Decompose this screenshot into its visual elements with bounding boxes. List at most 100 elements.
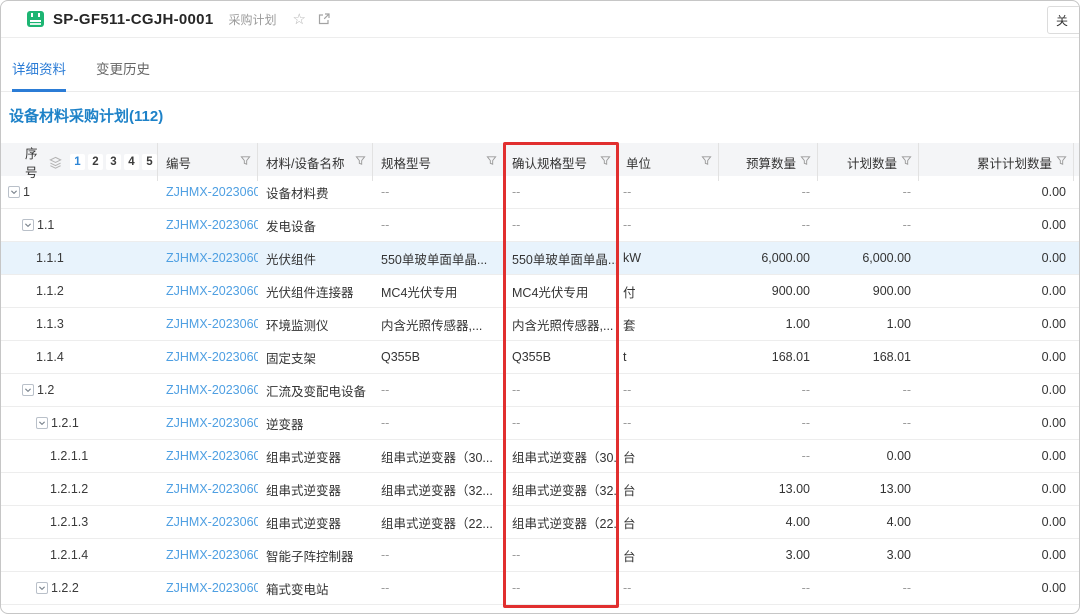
filter-icon[interactable] xyxy=(901,155,912,169)
header-cumulative-qty: 累计计划数量 xyxy=(919,143,1074,181)
table-row[interactable]: 1.1.2 ZJHMX-20230606... 光伏组件连接器 MC4光伏专用 … xyxy=(1,275,1079,308)
header-unit-label: 单位 xyxy=(626,153,651,172)
cell-budget-qty: 1.00 xyxy=(719,317,818,331)
cell-unit: -- xyxy=(618,416,719,430)
table-row[interactable]: 1.1.1 ZJHMX-20230606... 光伏组件 550单玻单面单晶..… xyxy=(1,242,1079,275)
code-link[interactable]: ZJHMX-20230606... xyxy=(166,218,258,232)
tab-change-history[interactable]: 变更历史 xyxy=(96,58,150,91)
table-row[interactable]: 1.2 ZJHMX-20230606... 汇流及变配电设备 -- -- -- … xyxy=(1,374,1079,407)
table-row[interactable]: 1.2.2 ZJHMX-20230606... 箱式变电站 -- -- -- -… xyxy=(1,572,1079,605)
code-link[interactable]: ZJHMX-20230606... xyxy=(166,185,258,199)
cell-plan-qty: 4.00 xyxy=(818,515,919,529)
code-link[interactable]: ZJHMX-20230606... xyxy=(166,581,258,595)
cell-confirm-spec: MC4光伏专用 xyxy=(504,282,618,301)
code-link[interactable]: ZJHMX-20230606... xyxy=(166,548,258,562)
filter-icon[interactable] xyxy=(1056,155,1067,169)
header-extra xyxy=(1074,143,1080,181)
table-row[interactable]: 1.2.1.3 ZJHMX-20230606... 组串式逆变器 组串式逆变器（… xyxy=(1,506,1079,539)
cell-unit: kW xyxy=(618,251,719,265)
cell-budget-qty: -- xyxy=(719,218,818,232)
filter-icon[interactable] xyxy=(800,155,811,169)
cell-plan-qty: 1.00 xyxy=(818,317,919,331)
table-row[interactable]: 1.1.3 ZJHMX-20230606... 环境监测仪 内含光照传感器,..… xyxy=(1,308,1079,341)
code-link[interactable]: ZJHMX-20230606... xyxy=(166,482,258,496)
cell-cumulative-qty: 0.00 xyxy=(919,218,1074,232)
tree-layers-icon[interactable] xyxy=(49,156,62,169)
cell-unit: 台 xyxy=(618,513,719,532)
code-link[interactable]: ZJHMX-20230606... xyxy=(166,416,258,430)
table-row[interactable]: 1.2.1.4 ZJHMX-20230606... 智能子阵控制器 -- -- … xyxy=(1,539,1079,572)
code-link[interactable]: ZJHMX-20230606... xyxy=(166,251,258,265)
code-link[interactable]: ZJHMX-20230606... xyxy=(166,350,258,364)
cell-plan-qty: 900.00 xyxy=(818,284,919,298)
cell-code: ZJHMX-20230606... xyxy=(158,548,258,562)
filter-icon[interactable] xyxy=(355,155,366,169)
table-row[interactable]: 1.2.1.1 ZJHMX-20230606... 组串式逆变器 组串式逆变器（… xyxy=(1,440,1079,473)
cell-cumulative-qty: 0.00 xyxy=(919,185,1074,199)
code-link[interactable]: ZJHMX-20230606... xyxy=(166,284,258,298)
expand-toggle-icon[interactable] xyxy=(22,384,34,396)
cell-material-name: 汇流及变配电设备 xyxy=(258,381,373,400)
cell-seq: 1.2.1.4 xyxy=(1,548,158,562)
cell-budget-qty: 168.01 xyxy=(719,350,818,364)
seq-number: 1.1.3 xyxy=(36,317,64,331)
level-button-3[interactable]: 3 xyxy=(106,154,121,170)
cell-seq: 1.2.1.2 xyxy=(1,482,158,496)
filter-icon[interactable] xyxy=(240,155,251,169)
seq-number: 1.2.1.1 xyxy=(50,449,88,463)
seq-number: 1.2 xyxy=(37,383,54,397)
cell-confirm-spec: -- xyxy=(504,185,618,199)
expand-toggle-icon[interactable] xyxy=(8,186,20,198)
close-button[interactable]: 关 xyxy=(1047,6,1080,34)
share-icon[interactable] xyxy=(317,12,331,26)
favorite-star-icon[interactable]: ☆ xyxy=(292,12,305,27)
filter-icon[interactable] xyxy=(701,155,712,169)
seq-number: 1.2.2 xyxy=(51,581,79,595)
header-confirm-spec-label: 确认规格型号 xyxy=(512,153,587,172)
code-link[interactable]: ZJHMX-20230606... xyxy=(166,317,258,331)
cell-spec: -- xyxy=(373,185,504,199)
cell-confirm-spec: 内含光照传感器,... xyxy=(504,315,618,334)
cell-spec: 550单玻单面单晶... xyxy=(373,249,504,268)
cell-code: ZJHMX-20230606... xyxy=(158,251,258,265)
seq-number: 1.2.1.4 xyxy=(50,548,88,562)
expand-toggle-icon[interactable] xyxy=(36,417,48,429)
code-link[interactable]: ZJHMX-20230606... xyxy=(166,449,258,463)
cell-unit: 台 xyxy=(618,447,719,466)
code-link[interactable]: ZJHMX-20230606... xyxy=(166,383,258,397)
filter-icon[interactable] xyxy=(600,155,611,169)
seq-number: 1.2.1 xyxy=(51,416,79,430)
filter-icon[interactable] xyxy=(486,155,497,169)
code-link[interactable]: ZJHMX-20230606... xyxy=(166,515,258,529)
table-row[interactable]: 1.2.1 ZJHMX-20230606... 逆变器 -- -- -- -- … xyxy=(1,407,1079,440)
cell-unit: 台 xyxy=(618,546,719,565)
table-row[interactable]: 1.2.1.2 ZJHMX-20230606... 组串式逆变器 组串式逆变器（… xyxy=(1,473,1079,506)
expand-toggle-icon[interactable] xyxy=(36,582,48,594)
header-cumulative-qty-label: 累计计划数量 xyxy=(977,153,1052,172)
table-row[interactable]: 1.1 ZJHMX-20230606... 发电设备 -- -- -- -- -… xyxy=(1,209,1079,242)
seq-number: 1 xyxy=(23,185,30,199)
tab-detail[interactable]: 详细资料 xyxy=(12,58,66,92)
cell-seq: 1.2 xyxy=(1,383,158,397)
cell-code: ZJHMX-20230606... xyxy=(158,317,258,331)
level-button-5[interactable]: 5 xyxy=(142,154,157,170)
level-button-4[interactable]: 4 xyxy=(124,154,139,170)
level-button-2[interactable]: 2 xyxy=(88,154,103,170)
cell-code: ZJHMX-20230606... xyxy=(158,416,258,430)
level-button-1[interactable]: 1 xyxy=(70,154,85,170)
cell-seq: 1.1.1 xyxy=(1,251,158,265)
tab-bar: 详细资料 变更历史 xyxy=(1,38,1079,92)
cell-confirm-spec: 550单玻单面单晶... xyxy=(504,249,618,268)
cell-spec: 组串式逆变器（30... xyxy=(373,447,504,466)
cell-spec: -- xyxy=(373,581,504,595)
cell-spec: -- xyxy=(373,218,504,232)
header-spec-label: 规格型号 xyxy=(381,153,431,172)
table-row[interactable]: 1.1.4 ZJHMX-20230606... 固定支架 Q355B Q355B… xyxy=(1,341,1079,374)
plan-number-title: SP-GF511-CGJH-0001 xyxy=(53,11,213,28)
plan-type-label: 采购计划 xyxy=(228,11,276,28)
table-body: 1 ZJHMX-20230606... 设备材料费 -- -- -- -- --… xyxy=(1,176,1079,605)
cell-plan-qty: -- xyxy=(818,581,919,595)
cell-cumulative-qty: 0.00 xyxy=(919,284,1074,298)
cell-budget-qty: -- xyxy=(719,185,818,199)
expand-toggle-icon[interactable] xyxy=(22,219,34,231)
